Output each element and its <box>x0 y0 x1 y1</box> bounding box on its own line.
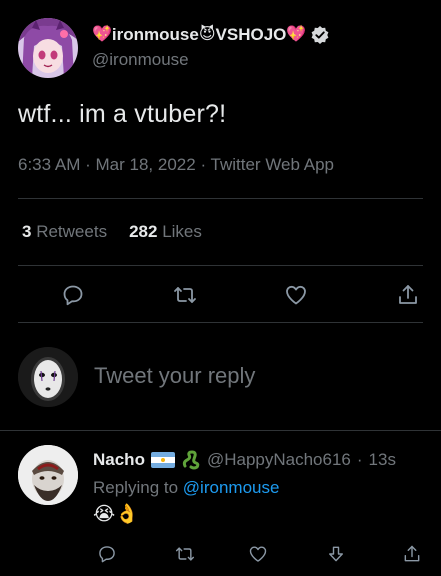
meta-separator: · <box>85 155 91 174</box>
author-handle[interactable]: @ironmouse <box>92 50 330 70</box>
tweet-stats: 3 Retweets 282 Likes <box>22 222 202 242</box>
divider <box>18 322 423 323</box>
verified-icon <box>310 25 330 45</box>
tweet-date[interactable]: Mar 18, 2022 <box>96 155 196 174</box>
likes-stat[interactable]: 282 Likes <box>129 222 202 241</box>
reply-reply-button[interactable] <box>96 543 118 565</box>
heart-emoji: 💖 <box>286 26 307 43</box>
tweet-actions <box>0 280 441 312</box>
tweet-detail-page: 💖 ironmouse 😈 VSHOJO 💖 @ironmouse wtf...… <box>0 0 441 576</box>
downvote-icon <box>329 546 343 562</box>
author-avatar[interactable] <box>18 18 78 78</box>
like-button[interactable] <box>281 280 311 310</box>
reply-share-button[interactable] <box>401 543 423 565</box>
author-name-part1: ironmouse <box>111 25 199 44</box>
reply-button[interactable] <box>58 280 88 310</box>
reply-author-name[interactable]: Nacho <box>93 450 145 470</box>
reply-separator: · <box>356 450 363 469</box>
retweets-label: Retweets <box>36 222 108 241</box>
tweet-source[interactable]: Twitter Web App <box>211 155 334 174</box>
retweets-count: 3 <box>22 222 32 241</box>
reply-retweet-button[interactable] <box>174 543 196 565</box>
replying-to-prefix: Replying to <box>93 478 179 497</box>
retweets-stat[interactable]: 3 Retweets <box>22 222 107 241</box>
reply-author-handle[interactable]: @HappyNacho616 <box>207 450 351 470</box>
snake-icon <box>181 450 201 470</box>
likes-label: Likes <box>162 222 202 241</box>
meta-separator: · <box>200 155 207 174</box>
share-button[interactable] <box>393 280 423 310</box>
reply-tweet[interactable]: Nacho @HappyNacho616 · 13s Replying to @… <box>18 445 431 575</box>
author-name-part2: VSHOJO <box>215 25 287 44</box>
tweet-header: 💖 ironmouse 😈 VSHOJO 💖 @ironmouse <box>18 18 423 80</box>
share-icon <box>404 545 420 562</box>
tweet-meta: 6:33 AM · Mar 18, 2022 · Twitter Web App <box>18 155 334 175</box>
replying-to: Replying to @ironmouse <box>93 478 279 498</box>
reply-downvote-button[interactable] <box>325 543 347 565</box>
argentina-flag-icon <box>150 452 175 468</box>
reply-time[interactable]: 13s <box>369 450 396 470</box>
author-display-name[interactable]: 💖 ironmouse 😈 VSHOJO 💖 <box>92 24 330 46</box>
retweet-icon <box>174 287 196 303</box>
reply-icon <box>99 546 115 563</box>
reply-input[interactable] <box>94 363 394 389</box>
reply-like-button[interactable] <box>247 543 269 565</box>
devil-emoji: 😈 <box>198 26 216 43</box>
reply-composer <box>18 347 423 409</box>
tweet-time[interactable]: 6:33 AM <box>18 155 80 174</box>
retweet-icon <box>175 547 195 561</box>
tweet-text: wtf... im a vtuber?! <box>18 100 227 128</box>
like-icon <box>249 546 267 562</box>
current-user-avatar[interactable] <box>18 347 78 407</box>
reply-author-avatar[interactable] <box>18 445 78 505</box>
author-names: 💖 ironmouse 😈 VSHOJO 💖 @ironmouse <box>92 24 330 70</box>
divider <box>18 198 423 199</box>
replying-to-link[interactable]: @ironmouse <box>183 478 280 497</box>
reply-icon <box>63 285 83 306</box>
reply-actions <box>93 543 433 567</box>
like-icon <box>286 285 306 305</box>
heart-emoji: 💖 <box>92 26 112 43</box>
reply-header: Nacho @HappyNacho616 · 13s <box>93 450 396 470</box>
retweet-button[interactable] <box>170 280 200 310</box>
divider <box>0 430 441 431</box>
likes-count: 282 <box>129 222 158 241</box>
reply-text: 😭👌 <box>93 504 139 525</box>
divider <box>18 265 423 266</box>
share-icon <box>399 285 417 304</box>
